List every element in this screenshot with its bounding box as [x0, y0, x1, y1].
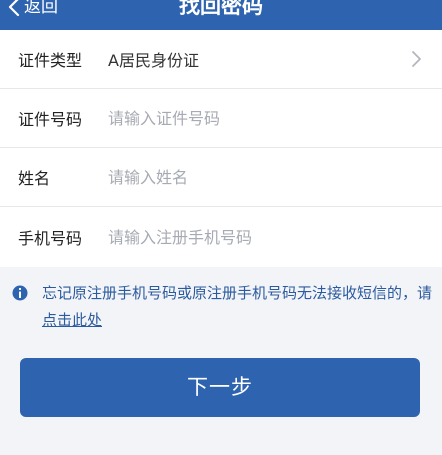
info-icon	[12, 285, 28, 301]
notice-link[interactable]: 点击此处	[42, 311, 102, 329]
id-number-row: 证件号码	[0, 89, 442, 148]
id-type-row[interactable]: 证件类型 A居民身份证	[0, 30, 442, 89]
id-type-value: A居民身份证	[108, 51, 199, 70]
name-row: 姓名	[0, 148, 442, 207]
chevron-right-icon	[412, 51, 421, 67]
name-label: 姓名	[18, 169, 51, 188]
notice-text: 忘记原注册手机号码或原注册手机号码无法接收短信的，请点击此处	[42, 280, 432, 334]
id-number-input[interactable]	[108, 108, 398, 128]
phone-input[interactable]	[108, 227, 398, 247]
header-bar: 返回 找回密码	[0, 0, 442, 30]
recovery-notice: 忘记原注册手机号码或原注册手机号码无法接收短信的，请点击此处	[12, 280, 432, 334]
id-type-label: 证件类型	[18, 51, 83, 70]
page-title: 找回密码	[179, 0, 263, 18]
phone-row: 手机号码	[0, 207, 442, 267]
name-input[interactable]	[108, 167, 398, 187]
recovery-form: 证件类型 A居民身份证 证件号码 姓名 手机号码	[0, 30, 442, 267]
next-button[interactable]: 下一步	[20, 358, 420, 417]
phone-label: 手机号码	[18, 229, 83, 248]
id-number-label: 证件号码	[18, 110, 83, 129]
notice-message: 忘记原注册手机号码或原注册手机号码无法接收短信的，请	[42, 284, 433, 302]
